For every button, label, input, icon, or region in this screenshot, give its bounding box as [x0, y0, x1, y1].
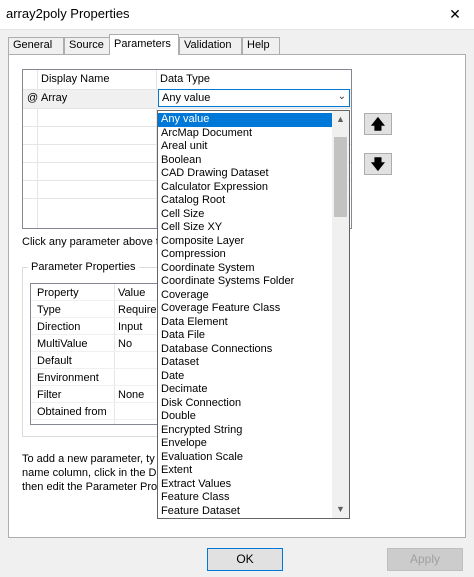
instruction-line: name column, click in the Da: [22, 467, 163, 479]
list-item[interactable]: CAD Drawing Dataset: [158, 167, 333, 181]
property-value[interactable]: Input: [118, 321, 142, 333]
scroll-up-icon[interactable]: ▲: [332, 111, 349, 128]
tab-validation[interactable]: Validation: [179, 37, 242, 54]
grid-divider: [23, 108, 351, 109]
combo-value: Any value: [162, 92, 211, 104]
list-item[interactable]: Data Element: [158, 316, 333, 330]
list-item[interactable]: Double: [158, 410, 333, 424]
list-item[interactable]: Evaluation Scale: [158, 451, 333, 465]
property-key: Default: [37, 355, 72, 367]
param-name-cell[interactable]: Array: [41, 92, 67, 104]
grid-header: Display Name Data Type: [23, 70, 351, 90]
property-key: Environment: [37, 372, 99, 384]
scroll-thumb[interactable]: [334, 137, 347, 217]
list-item[interactable]: Cell Size XY: [158, 221, 333, 235]
list-item[interactable]: ArcMap Document: [158, 127, 333, 141]
move-down-button[interactable]: 🡇: [364, 153, 392, 175]
property-value[interactable]: Required: [118, 304, 163, 316]
property-value[interactable]: No: [118, 338, 132, 350]
header-property: Property: [37, 287, 79, 299]
list-item[interactable]: Coordinate Systems Folder: [158, 275, 333, 289]
ok-button[interactable]: OK: [207, 548, 283, 571]
list-item[interactable]: Coordinate System: [158, 262, 333, 276]
move-up-button[interactable]: 🡅: [364, 113, 392, 135]
property-key: Obtained from: [37, 406, 107, 418]
dropdown-scrollbar[interactable]: ▲ ▼: [332, 111, 349, 518]
help-text: Click any parameter above t: [22, 236, 159, 248]
chevron-down-icon[interactable]: ⌄: [338, 91, 346, 102]
window-title: array2poly Properties: [6, 6, 130, 21]
list-item[interactable]: Coverage Feature Class: [158, 302, 333, 316]
list-item[interactable]: Feature Dataset: [158, 505, 333, 519]
list-item[interactable]: Boolean: [158, 154, 333, 168]
property-key: Direction: [37, 321, 81, 333]
apply-button[interactable]: Apply: [387, 548, 463, 571]
tab-source[interactable]: Source: [64, 37, 111, 54]
list-item[interactable]: Disk Connection: [158, 397, 333, 411]
close-icon[interactable]: ✕: [444, 3, 466, 25]
list-item[interactable]: Any value: [158, 113, 333, 127]
list-item[interactable]: Catalog Root: [158, 194, 333, 208]
list-item[interactable]: Data File: [158, 329, 333, 343]
list-item[interactable]: Calculator Expression: [158, 181, 333, 195]
property-key: Type: [37, 304, 61, 316]
property-key: MultiValue: [37, 338, 88, 350]
list-item[interactable]: Envelope: [158, 437, 333, 451]
list-item[interactable]: Extent: [158, 464, 333, 478]
list-item[interactable]: Cell Size: [158, 208, 333, 222]
tab-help[interactable]: Help: [242, 37, 280, 54]
header-value: Value: [118, 287, 146, 299]
list-item[interactable]: Feature Class: [158, 491, 333, 505]
header-display-name: Display Name: [41, 73, 110, 85]
list-item[interactable]: Database Connections: [158, 343, 333, 357]
list-item[interactable]: Extract Values: [158, 478, 333, 492]
tab-parameters[interactable]: Parameters: [109, 34, 179, 55]
list-item[interactable]: Coverage: [158, 289, 333, 303]
group-title: Parameter Properties: [28, 261, 139, 273]
list-item[interactable]: Decimate: [158, 383, 333, 397]
list-item[interactable]: Date: [158, 370, 333, 384]
instruction-line: To add a new parameter, ty: [22, 453, 155, 465]
tab-general[interactable]: General: [8, 37, 64, 54]
list-item[interactable]: Compression: [158, 248, 333, 262]
title-bar: array2poly Properties ✕: [0, 0, 474, 30]
property-key: Filter: [37, 389, 62, 401]
property-value[interactable]: None: [118, 389, 144, 401]
list-item[interactable]: Encrypted String: [158, 424, 333, 438]
list-item[interactable]: Composite Layer: [158, 235, 333, 249]
header-data-type: Data Type: [160, 73, 210, 85]
instruction-line: then edit the Parameter Prop: [22, 481, 164, 493]
data-type-dropdown-list[interactable]: Any value ArcMap Document Areal unit Boo…: [157, 110, 350, 519]
scroll-down-icon[interactable]: ▼: [332, 501, 349, 518]
data-type-combobox[interactable]: Any value ⌄: [158, 89, 350, 107]
row-marker: @: [27, 92, 39, 104]
list-item[interactable]: Dataset: [158, 356, 333, 370]
list-item[interactable]: Areal unit: [158, 140, 333, 154]
